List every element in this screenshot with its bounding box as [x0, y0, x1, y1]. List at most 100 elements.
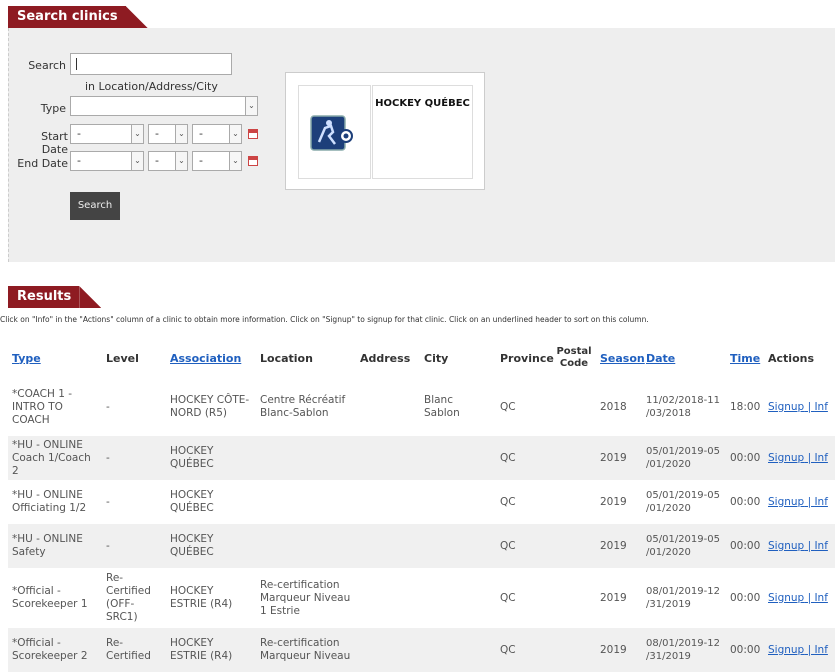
chevron-down-icon: ⌄ [245, 97, 257, 115]
chevron-down-icon: ⌄ [175, 152, 187, 170]
signup-link[interactable]: Signup [768, 401, 804, 413]
start-month-value: - [77, 127, 81, 140]
cell-date: 08/01/2019-12 /31/2019 [646, 586, 720, 610]
cell-province: QC [500, 400, 516, 413]
cell-level: - [102, 524, 166, 568]
cell-date: 05/01/2019-05 /01/2020 [646, 490, 720, 514]
signup-link[interactable]: Signup [768, 452, 804, 464]
cell-level: - [106, 400, 110, 413]
chevron-down-icon: ⌄ [229, 152, 241, 170]
cell-city [420, 436, 496, 480]
cell-location [256, 436, 356, 480]
chevron-down-icon: ⌄ [175, 125, 187, 143]
text-cursor [76, 58, 77, 70]
cell-address [356, 568, 420, 628]
cell-association: HOCKEY QUÉBEC [166, 524, 256, 568]
start-month-select[interactable]: - ⌄ [70, 124, 144, 144]
start-year-select[interactable]: - ⌄ [192, 124, 242, 144]
action-separator: | [804, 643, 815, 656]
end-month-value: - [77, 154, 81, 167]
cell-association: HOCKEY QUÉBEC [170, 489, 214, 514]
info-link[interactable]: Inf [814, 592, 827, 604]
signup-link[interactable]: Signup [768, 496, 804, 508]
results-table: Type Level Association Location Address … [8, 338, 835, 672]
cell-level: - [102, 436, 166, 480]
cell-type: *Official - Scorekeeper 2 [8, 628, 102, 672]
cell-location [256, 524, 356, 568]
calendar-icon[interactable] [248, 156, 258, 166]
info-link[interactable]: Inf [814, 496, 827, 508]
signup-link[interactable]: Signup [768, 540, 804, 552]
search-clinics-tab: Search clinics [8, 6, 148, 28]
cell-date: 11/02/2018-11 /03/2018 [646, 395, 720, 419]
organization-name-cell[interactable]: HOCKEY QUÉBEC [372, 85, 473, 179]
end-month-select[interactable]: - ⌄ [70, 151, 144, 171]
start-date-label: Start Date [41, 130, 68, 156]
cell-type: *Official - Scorekeeper 1 [12, 585, 88, 610]
column-header-location: Location [260, 351, 313, 365]
cell-province: QC [496, 628, 552, 672]
info-link[interactable]: Inf [814, 401, 827, 413]
cell-type: *HU - ONLINE Coach 1/Coach 2 [8, 436, 102, 480]
signup-link[interactable]: Signup [768, 592, 804, 604]
search-clinics-title: Search clinics [8, 6, 126, 28]
end-year-select[interactable]: - ⌄ [192, 151, 242, 171]
cell-location: Re-certification Marqueur Niveau 1 Estri… [260, 578, 351, 617]
end-day-select[interactable]: - ⌄ [148, 151, 188, 171]
cell-city [420, 568, 496, 628]
cell-type: *HU - ONLINE Officiating 1/2 [12, 489, 87, 514]
start-day-select[interactable]: - ⌄ [148, 124, 188, 144]
hockey-quebec-logo-icon [310, 115, 353, 151]
end-day-value: - [155, 154, 159, 167]
cell-date: 05/01/2019-05 /01/2020 [642, 436, 726, 480]
cell-actions: Signup | Inf [764, 480, 835, 524]
cell-actions: Signup | Inf [764, 568, 835, 628]
table-row: *HU - ONLINE Safety - HOCKEY QUÉBEC QC 2019 0… [8, 524, 835, 568]
signup-link[interactable]: Signup [768, 644, 804, 656]
cell-time: 00:00 [730, 495, 761, 508]
chevron-down-icon: ⌄ [131, 152, 143, 170]
chevron-down-icon: ⌄ [229, 125, 241, 143]
column-header-time[interactable]: Time [726, 338, 764, 378]
search-button[interactable]: Search [70, 192, 120, 220]
type-select[interactable]: ⌄ [70, 96, 258, 116]
column-header-postal-code: Postal Code [556, 346, 592, 369]
logo-cell[interactable] [298, 85, 371, 179]
cell-postal [552, 436, 596, 480]
cell-address [356, 524, 420, 568]
cell-actions: Signup | Inf [764, 628, 835, 672]
cell-association: HOCKEY CÔTE-NORD (R5) [170, 394, 250, 419]
table-row: *Official - Scorekeeper 1 Re-Certified (O… [8, 568, 835, 628]
cell-association: HOCKEY QUÉBEC [166, 436, 256, 480]
column-header-actions: Actions [768, 351, 814, 365]
cell-actions: Signup | Inf [764, 436, 835, 480]
cell-level: Re-Certified [102, 628, 166, 672]
table-row: *Official - Scorekeeper 2 Re-Certified HOC… [8, 628, 835, 672]
start-year-value: - [199, 127, 203, 140]
cell-time: 18:00 [730, 400, 761, 413]
column-header-address: Address [360, 351, 411, 365]
search-hint: in Location/Address/City [85, 80, 218, 93]
cell-city [420, 628, 496, 672]
cell-season: 2019 [596, 524, 642, 568]
start-day-value: - [155, 127, 159, 140]
column-header-date[interactable]: Date [642, 338, 726, 378]
cell-type: *COACH 1 - INTRO TO COACH [12, 387, 73, 426]
cell-address [356, 480, 420, 524]
cell-season: 2019 [596, 628, 642, 672]
calendar-icon[interactable] [248, 129, 258, 139]
info-link[interactable]: Inf [814, 452, 827, 464]
cell-postal [552, 568, 596, 628]
info-link[interactable]: Inf [814, 540, 827, 552]
info-link[interactable]: Inf [814, 644, 827, 656]
column-header-city: City [424, 351, 449, 365]
cell-actions: Signup | Inf [764, 524, 835, 568]
type-label: Type [40, 102, 66, 115]
column-header-season[interactable]: Season [596, 338, 645, 378]
table-row: *HU - ONLINE Coach 1/Coach 2- HOCKEY QUÉB… [8, 436, 835, 480]
search-input[interactable] [70, 53, 232, 75]
cell-postal [552, 480, 596, 524]
column-header-type[interactable]: Type [8, 338, 102, 378]
column-header-association[interactable]: Association [166, 338, 256, 378]
organization-name: HOCKEY QUÉBEC [375, 98, 470, 109]
